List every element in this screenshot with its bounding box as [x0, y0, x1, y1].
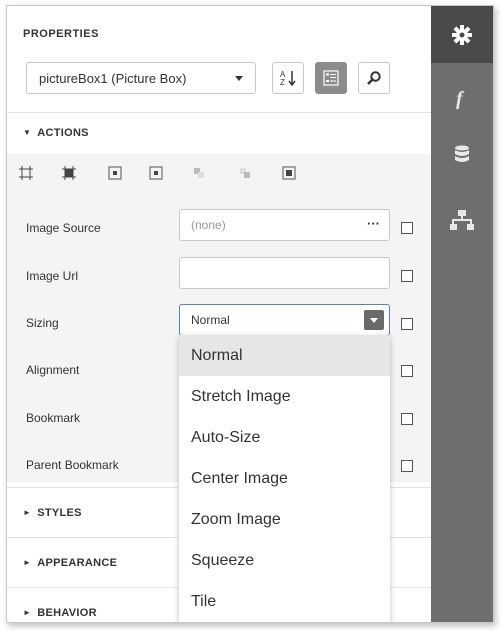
property-label-bookmark: Bookmark: [26, 411, 81, 425]
image-source-value: (none): [191, 218, 226, 232]
categorized-icon: [323, 70, 339, 86]
bring-to-front-icon[interactable]: [192, 166, 206, 180]
sizing-dropdown-button[interactable]: [364, 310, 384, 330]
caret-right-icon: ►: [23, 608, 32, 617]
property-label-image-url: Image Url: [26, 269, 79, 283]
image-url-input[interactable]: [179, 257, 390, 289]
section-actions-header[interactable]: ▼ ACTIONS: [7, 112, 431, 152]
sizing-option[interactable]: Squeeze: [179, 540, 390, 581]
database-icon: [455, 145, 469, 162]
component-selector[interactable]: pictureBox1 (Picture Box): [26, 62, 256, 94]
sizing-option[interactable]: Center Image: [179, 458, 390, 499]
properties-window: PROPERTIES pictureBox1 (Picture Box) A Z: [6, 5, 494, 623]
side-rail: f: [431, 6, 493, 622]
search-icon: [367, 71, 381, 85]
image-source-checkbox[interactable]: [401, 222, 413, 234]
categorized-view-button[interactable]: [315, 62, 347, 94]
align-to-grid-icon[interactable]: [19, 166, 33, 180]
component-selector-value: pictureBox1 (Picture Box): [39, 70, 187, 86]
caret-down-icon: ▼: [23, 128, 32, 137]
size-to-grid-icon[interactable]: [62, 166, 76, 180]
sizing-select-value: Normal: [191, 313, 230, 327]
sizing-option[interactable]: Stretch Image: [179, 376, 390, 417]
search-button[interactable]: [358, 62, 390, 94]
property-label-sizing: Sizing: [26, 316, 59, 330]
sizing-dropdown-menu: Normal Stretch Image Auto-Size Center Im…: [179, 335, 390, 622]
svg-text:f: f: [456, 88, 465, 109]
image-url-checkbox[interactable]: [401, 270, 413, 282]
panel-title: PROPERTIES: [23, 28, 99, 40]
ellipsis-button[interactable]: ···: [367, 216, 380, 231]
caret-right-icon: ►: [23, 558, 32, 567]
alignment-checkbox[interactable]: [401, 365, 413, 377]
chevron-down-icon: [235, 76, 243, 81]
sizing-option[interactable]: Tile: [179, 581, 390, 622]
sizing-checkbox[interactable]: [401, 318, 413, 330]
sizing-option[interactable]: Auto-Size: [179, 417, 390, 458]
section-actions-label: ACTIONS: [37, 126, 89, 139]
sizing-option[interactable]: Normal: [179, 335, 390, 376]
caret-right-icon: ►: [23, 508, 32, 517]
function-icon: f: [456, 88, 465, 109]
bookmark-checkbox[interactable]: [401, 413, 413, 425]
property-label-alignment: Alignment: [26, 363, 80, 377]
properties-panel: PROPERTIES pictureBox1 (Picture Box) A Z: [7, 6, 431, 622]
expressions-tab[interactable]: f: [431, 69, 493, 126]
gear-icon: [452, 24, 472, 45]
actions-toolbar: [7, 154, 431, 192]
hierarchy-icon: [450, 209, 474, 230]
property-label-image-source: Image Source: [26, 221, 101, 235]
chevron-down-icon: [370, 317, 378, 323]
report-explorer-tab[interactable]: [431, 191, 493, 248]
property-label-parent-bookmark: Parent Bookmark: [26, 458, 119, 472]
section-behavior-label: BEHAVIOR: [37, 606, 97, 619]
center-vertically-icon[interactable]: [149, 166, 163, 180]
sizing-option[interactable]: Zoom Image: [179, 499, 390, 540]
properties-tab[interactable]: [431, 6, 493, 63]
sort-alpha-icon: A Z: [280, 70, 296, 87]
center-horizontally-icon[interactable]: [108, 166, 122, 180]
field-list-tab[interactable]: [431, 126, 493, 183]
image-source-field[interactable]: (none) ···: [179, 209, 390, 241]
section-appearance-label: APPEARANCE: [37, 556, 118, 569]
section-styles-label: STYLES: [37, 506, 82, 519]
parent-bookmark-checkbox[interactable]: [401, 460, 413, 472]
send-to-back-icon[interactable]: [238, 166, 252, 180]
svg-text:Z: Z: [280, 78, 285, 87]
sizing-select[interactable]: Normal: [179, 304, 390, 336]
fit-bounds-icon[interactable]: [282, 166, 296, 180]
sort-alphabetical-button[interactable]: A Z: [272, 62, 304, 94]
